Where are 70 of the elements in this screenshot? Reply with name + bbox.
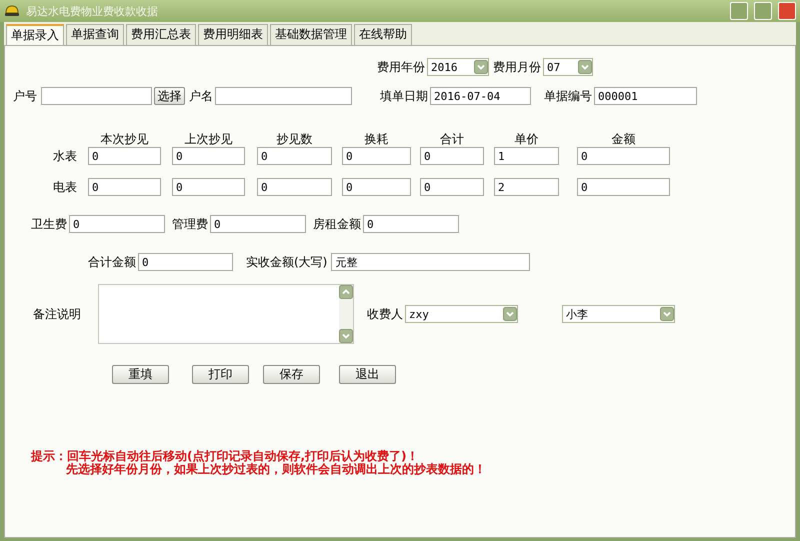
tab[interactable]: 基础数据管理 xyxy=(270,24,352,45)
field-label: 单据编号 xyxy=(544,88,592,104)
tab[interactable]: 费用汇总表 xyxy=(126,24,196,45)
field-label: 备注说明 xyxy=(33,306,82,322)
field-label: 费用月份 xyxy=(493,58,541,76)
minimize-button[interactable] xyxy=(730,2,748,20)
input-field[interactable]: 2 xyxy=(494,178,559,196)
column-header: 合计 xyxy=(439,130,465,148)
row-label: 电表 xyxy=(53,178,78,196)
dropdown[interactable]: 07 xyxy=(543,58,593,76)
input-field[interactable]: 0 xyxy=(420,178,484,196)
input-field[interactable]: 0 xyxy=(342,147,411,165)
action-button[interactable]: 保存 xyxy=(263,365,320,384)
input-field[interactable]: 0 xyxy=(138,253,233,271)
input-field[interactable]: 0 xyxy=(577,178,670,196)
hint-text: 先选择好年份月份，如果上次抄过表的，则软件会自动调出上次的抄表数据的！ xyxy=(66,463,487,476)
input-field[interactable]: 0 xyxy=(420,147,484,165)
window-title: 易达水电费物业费收款收据 xyxy=(26,4,159,18)
input-field[interactable]: 0 xyxy=(172,147,245,165)
input-field[interactable]: 0 xyxy=(88,178,161,196)
field-label: 户名 xyxy=(189,88,213,104)
dropdown[interactable]: 小李 xyxy=(562,305,675,323)
dropdown[interactable]: 2016 xyxy=(427,58,489,76)
field-label: 房租金额 xyxy=(313,216,361,232)
field-label: 填单日期 xyxy=(380,88,428,104)
tab[interactable]: 单据查询 xyxy=(66,24,124,45)
column-header: 单价 xyxy=(514,130,540,148)
scroll-down-icon[interactable] xyxy=(339,329,353,343)
input-field[interactable]: 0 xyxy=(172,178,245,196)
input-field[interactable]: 0 xyxy=(88,147,161,165)
input-field[interactable]: 0 xyxy=(363,215,459,233)
column-header: 上次抄见 xyxy=(184,130,234,148)
close-button[interactable] xyxy=(778,2,796,20)
column-header: 抄见数 xyxy=(276,130,314,148)
amount-in-words-field[interactable]: 元整 xyxy=(331,253,530,271)
helmet-icon xyxy=(4,3,20,19)
input-field[interactable] xyxy=(41,87,152,105)
choose-button[interactable]: 选择 xyxy=(154,87,185,105)
column-header: 本次抄见 xyxy=(100,130,150,148)
column-header: 金额 xyxy=(610,130,636,148)
input-field[interactable]: 2016-07-04 xyxy=(430,87,531,105)
tab[interactable]: 费用明细表 xyxy=(198,24,268,45)
row-label: 水表 xyxy=(53,148,78,164)
field-label: 费用年份 xyxy=(377,58,425,76)
field-label: 实收金额(大写) xyxy=(246,254,328,270)
input-field[interactable]: 0 xyxy=(257,147,332,165)
hint-text: 提示：回车光标自动往后移动(点打印记录自动保存,打印后认为收费了)！ xyxy=(31,450,420,463)
input-field[interactable]: 0 xyxy=(257,178,332,196)
tab[interactable]: 单据录入 xyxy=(6,24,64,45)
field-label: 户号 xyxy=(13,88,37,104)
input-field[interactable]: 0 xyxy=(69,215,165,233)
input-field[interactable] xyxy=(215,87,352,105)
tab[interactable]: 在线帮助 xyxy=(354,24,412,45)
input-field[interactable]: 0 xyxy=(342,178,411,196)
notes-textarea[interactable] xyxy=(98,284,354,344)
field-label: 合计金额 xyxy=(88,254,136,270)
input-field[interactable]: 0 xyxy=(577,147,670,165)
action-button[interactable]: 退出 xyxy=(339,365,396,384)
field-label: 卫生费 xyxy=(31,216,67,232)
dropdown[interactable]: zxy xyxy=(405,305,518,323)
field-label: 管理费 xyxy=(172,216,208,232)
input-field[interactable]: 000001 xyxy=(594,87,697,105)
field-label: 收费人 xyxy=(367,306,403,322)
maximize-button[interactable] xyxy=(754,2,772,20)
action-button[interactable]: 重填 xyxy=(112,365,169,384)
scroll-up-icon[interactable] xyxy=(339,285,353,299)
input-field[interactable]: 1 xyxy=(494,147,559,165)
column-header: 换耗 xyxy=(364,130,390,148)
action-button[interactable]: 打印 xyxy=(192,365,249,384)
input-field[interactable]: 0 xyxy=(210,215,306,233)
